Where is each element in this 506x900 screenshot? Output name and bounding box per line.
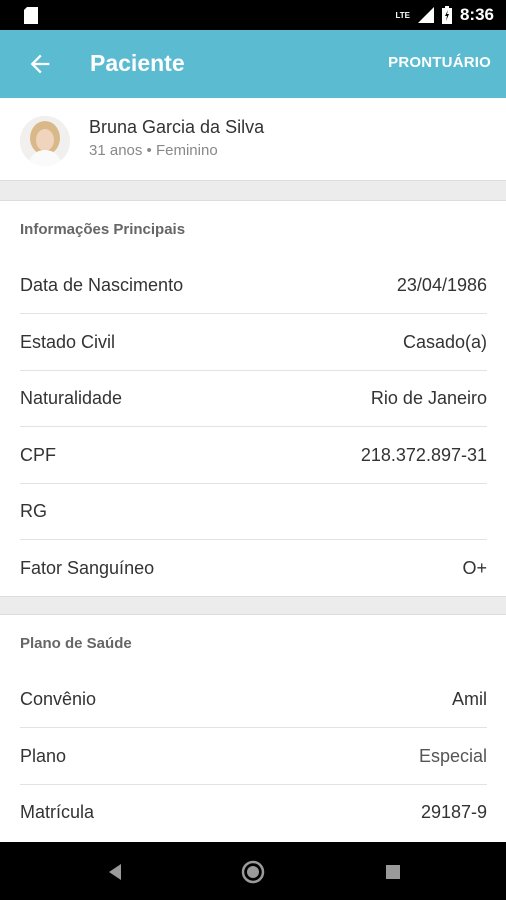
row-value: 218.372.897-31: [360, 445, 487, 465]
avatar-photo: [20, 116, 70, 166]
status-bar: LTE 8:36: [0, 0, 506, 30]
row-value: 23/04/1986: [396, 275, 487, 295]
battery-icon: [441, 6, 452, 24]
row-label: RG: [20, 501, 47, 521]
nav-recents-icon[interactable]: [381, 860, 405, 884]
clock: 8:36: [459, 5, 494, 24]
signal-icon: [417, 7, 434, 23]
network-label: LTE: [395, 10, 410, 20]
row-value: 29187-9: [420, 802, 487, 822]
patient-name: Bruna Garcia da Silva: [89, 117, 265, 137]
row-rg: RG: [20, 483, 487, 540]
prontuario-button[interactable]: PRONTUÁRIO: [388, 54, 491, 71]
row-plano: Plano Especial: [20, 728, 487, 785]
row-matricula: Matrícula 29187-9: [20, 784, 487, 840]
row-label: Convênio: [20, 689, 97, 709]
row-value: Casado(a): [402, 332, 487, 352]
row-estado-civil: Estado Civil Casado(a): [20, 314, 487, 371]
main-info-title: Informações Principais: [20, 221, 186, 238]
nav-home-icon[interactable]: [241, 860, 265, 884]
avatar: [20, 116, 70, 166]
page-title: Paciente: [90, 50, 185, 76]
patient-header: Bruna Garcia da Silva 31 anos • Feminino: [0, 98, 506, 181]
row-convenio: Convênio Amil: [20, 671, 487, 728]
row-label: Naturalidade: [20, 388, 123, 408]
row-label: Data de Nascimento: [20, 275, 184, 295]
row-label: Fator Sanguíneo: [20, 558, 155, 578]
row-value: O+: [462, 558, 487, 578]
row-value: Especial: [418, 746, 487, 766]
row-value: Amil: [452, 689, 487, 709]
row-label: Matrícula: [20, 802, 95, 822]
row-label: CPF: [20, 445, 56, 465]
row-data-nascimento: Data de Nascimento 23/04/1986: [20, 257, 487, 314]
navigation-bar: [0, 842, 506, 900]
row-fator-sanguineo: Fator Sanguíneo O+: [20, 540, 487, 596]
nav-back-icon[interactable]: [103, 860, 127, 884]
main-info-card: Informações Principais Data de Nasciment…: [0, 200, 506, 597]
row-value: Rio de Janeiro: [370, 388, 487, 408]
row-label: Plano: [20, 746, 67, 766]
row-naturalidade: Naturalidade Rio de Janeiro: [20, 370, 487, 427]
back-arrow-icon[interactable]: [26, 50, 54, 78]
row-label: Estado Civil: [20, 332, 116, 352]
row-cpf: CPF 218.372.897-31: [20, 427, 487, 484]
health-plan-card: Plano de Saúde Convênio Amil Plano Espec…: [0, 614, 506, 843]
app-bar: Paciente PRONTUÁRIO: [0, 30, 506, 98]
sd-card-icon: [24, 7, 38, 24]
patient-meta: 31 anos • Feminino: [89, 142, 218, 159]
health-plan-title: Plano de Saúde: [20, 635, 132, 652]
